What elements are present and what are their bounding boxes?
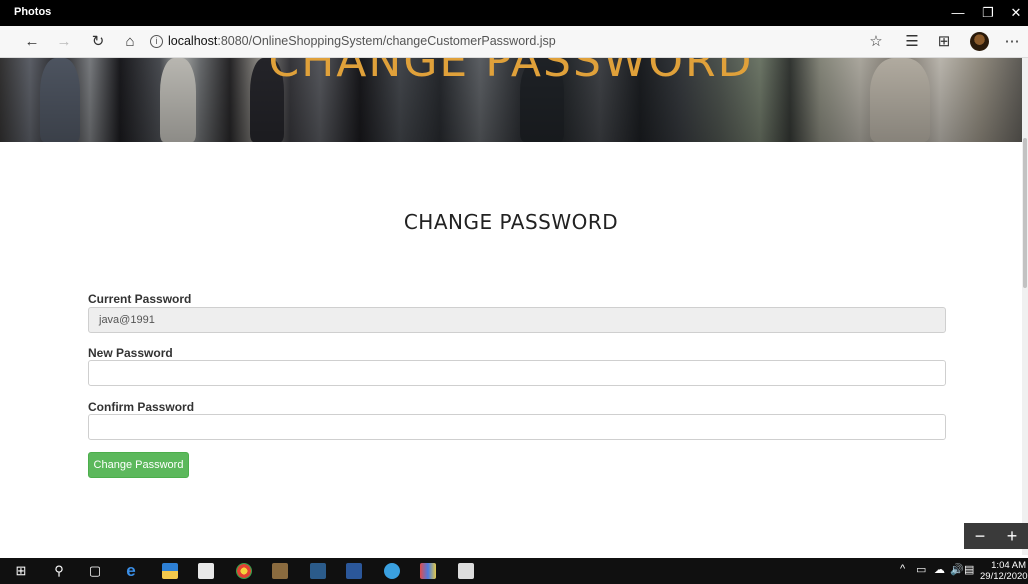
restore-button[interactable]: ❐ xyxy=(978,3,998,23)
url-host: localhost xyxy=(168,34,218,48)
forward-icon[interactable]: → xyxy=(54,32,74,52)
search-icon[interactable]: ⚲ xyxy=(50,562,68,580)
page-scrollbar[interactable] xyxy=(1022,58,1028,555)
minimize-button[interactable]: — xyxy=(948,3,968,23)
taskbar: ⊞ ⚲ ▢ e ^ ▭ ☁ 🔊 ▤ 1:04 AM 29/12/2020 xyxy=(0,558,1028,584)
word-icon[interactable] xyxy=(346,563,362,579)
favorites-list-icon[interactable]: ☰ xyxy=(902,32,922,52)
zoom-out-button[interactable]: − xyxy=(964,525,996,547)
onedrive-icon[interactable]: ☁ xyxy=(934,563,945,576)
tray-chevron-icon[interactable]: ^ xyxy=(900,563,905,575)
more-icon[interactable]: ⋯ xyxy=(1002,32,1022,52)
hero-title: CHANGE PASSWORD xyxy=(268,58,754,87)
back-icon[interactable]: ← xyxy=(22,32,42,52)
file-explorer-icon[interactable] xyxy=(162,563,178,579)
close-button[interactable]: ✕ xyxy=(1006,3,1026,23)
app-title: Photos xyxy=(14,6,52,18)
cloud-app-icon[interactable] xyxy=(384,563,400,579)
favorite-star-icon[interactable]: ☆ xyxy=(866,32,886,52)
profile-avatar[interactable] xyxy=(970,32,989,51)
new-password-label: New Password xyxy=(88,346,173,360)
clock-date: 29/12/2020 xyxy=(980,571,1028,582)
scrollbar-thumb[interactable] xyxy=(1023,138,1027,288)
battery-icon[interactable]: ▭ xyxy=(916,563,926,576)
page-viewport: CHANGE PASSWORD CHANGE PASSWORD Current … xyxy=(0,58,1022,555)
clock[interactable]: 1:04 AM 29/12/2020 xyxy=(980,560,1028,582)
confirm-password-field[interactable] xyxy=(88,414,946,440)
store-icon[interactable] xyxy=(198,563,214,579)
zoom-in-button[interactable]: + xyxy=(996,525,1028,547)
volume-icon[interactable]: 🔊 xyxy=(950,563,964,576)
site-info-icon[interactable]: i xyxy=(150,35,163,48)
current-password-field[interactable]: java@1991 xyxy=(88,307,946,333)
refresh-icon[interactable]: ↻ xyxy=(88,32,108,52)
photos-icon[interactable] xyxy=(458,563,474,579)
edge-icon[interactable]: e xyxy=(122,562,140,580)
app-icon[interactable] xyxy=(272,563,288,579)
home-icon[interactable]: ⌂ xyxy=(120,32,140,52)
photos-title-bar: Photos — ❐ ✕ xyxy=(0,0,1028,26)
notifications-icon[interactable]: ▤ xyxy=(964,563,974,576)
zoom-control: − + xyxy=(964,523,1028,549)
confirm-password-label: Confirm Password xyxy=(88,400,195,414)
new-password-field[interactable] xyxy=(88,360,946,386)
app-icon[interactable] xyxy=(310,563,326,579)
collections-icon[interactable]: ⊞ xyxy=(934,32,954,52)
hero-banner: CHANGE PASSWORD xyxy=(0,58,1022,142)
screen: Photos — ❐ ✕ ← → ↻ ⌂ i localhost:8080/On… xyxy=(0,0,1028,584)
clock-time: 1:04 AM xyxy=(991,560,1026,571)
address-bar[interactable]: localhost:8080/OnlineShoppingSystem/chan… xyxy=(168,34,556,48)
start-icon[interactable]: ⊞ xyxy=(12,562,30,580)
current-password-label: Current Password xyxy=(88,292,192,306)
change-password-button[interactable]: Change Password xyxy=(88,452,189,478)
browser-toolbar: ← → ↻ ⌂ i localhost:8080/OnlineShoppingS… xyxy=(0,26,1028,58)
app-icon[interactable] xyxy=(420,563,436,579)
chrome-icon[interactable] xyxy=(236,563,252,579)
url-path: :8080/OnlineShoppingSystem/changeCustome… xyxy=(217,34,556,48)
page-title: CHANGE PASSWORD xyxy=(403,210,619,234)
task-view-icon[interactable]: ▢ xyxy=(86,562,104,580)
